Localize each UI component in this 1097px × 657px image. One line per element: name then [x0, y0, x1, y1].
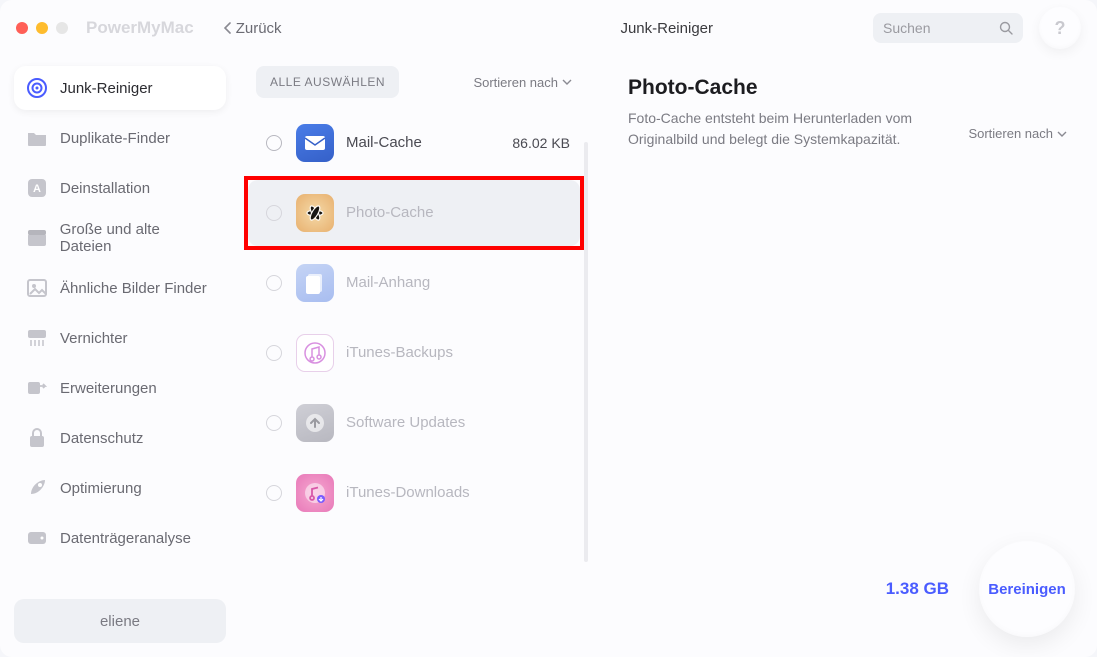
list-item-software-updates[interactable]: Software Updates — [248, 390, 580, 456]
sidebar-item-extensions[interactable]: Erweiterungen — [14, 366, 226, 410]
sidebar-item-duplicates[interactable]: Duplikate-Finder — [14, 116, 226, 160]
sidebar-item-similar-images[interactable]: Ähnliche Bilder Finder — [14, 266, 226, 310]
sidebar-item-label: Große und alte Dateien — [60, 221, 214, 255]
sidebar-item-label: Optimierung — [60, 480, 142, 497]
list-item-mail-attachments[interactable]: Mail-Anhang — [248, 250, 580, 316]
photos-icon — [296, 194, 334, 232]
detail-sort-dropdown[interactable]: Sortieren nach — [968, 126, 1067, 141]
radio-button[interactable] — [266, 135, 282, 151]
sidebar-item-label: Datenschutz — [60, 430, 143, 447]
sidebar-item-label: Deinstallation — [60, 180, 150, 197]
sidebar-item-large-files[interactable]: Große und alte Dateien — [14, 216, 226, 260]
item-label: Photo-Cache — [346, 204, 570, 223]
total-size: 1.38 GB — [886, 579, 949, 599]
search-placeholder: Suchen — [883, 20, 999, 36]
sidebar-item-label: Junk-Reiniger — [60, 80, 153, 97]
item-label: Mail-Cache — [346, 134, 512, 153]
list-item-itunes-backups[interactable]: iTunes-Backups — [248, 320, 580, 386]
app-name: PowerMyMac — [86, 18, 194, 38]
sidebar-item-label: Ähnliche Bilder Finder — [60, 280, 207, 297]
sidebar-item-label: Vernichter — [60, 330, 128, 347]
radio-button[interactable] — [266, 485, 282, 501]
item-label: Software Updates — [346, 414, 570, 433]
extensions-icon — [26, 377, 48, 399]
archive-icon — [26, 227, 48, 249]
category-list: Mail-Cache 86.02 KB Photo-Cache Mail-Anh… — [248, 110, 580, 526]
lock-icon — [26, 427, 48, 449]
update-icon — [296, 404, 334, 442]
music-download-icon — [296, 474, 334, 512]
rocket-icon — [26, 477, 48, 499]
chevron-down-icon — [562, 79, 572, 85]
radio-button[interactable] — [266, 275, 282, 291]
window-controls[interactable] — [16, 22, 68, 34]
itunes-icon — [296, 334, 334, 372]
sidebar-item-disk[interactable]: Datenträgeranalyse — [14, 516, 226, 560]
radio-button[interactable] — [266, 205, 282, 221]
folder-icon — [26, 127, 48, 149]
sidebar-item-label: Erweiterungen — [60, 380, 157, 397]
select-all-button[interactable]: ALLE AUSWÄHLEN — [256, 66, 399, 98]
svg-text:A: A — [33, 183, 41, 195]
back-button[interactable]: Zurück — [224, 20, 282, 37]
sort-dropdown[interactable]: Sortieren nach — [473, 75, 572, 90]
list-item-itunes-downloads[interactable]: iTunes-Downloads — [248, 460, 580, 526]
item-size: 86.02 KB — [512, 135, 570, 151]
attachment-icon — [296, 264, 334, 302]
target-icon — [26, 77, 48, 99]
back-label: Zurück — [236, 20, 282, 37]
app-icon: A — [26, 177, 48, 199]
page-title: Junk-Reiniger — [620, 20, 713, 37]
sidebar-item-uninstall[interactable]: A Deinstallation — [14, 166, 226, 210]
sidebar-item-shredder[interactable]: Vernichter — [14, 316, 226, 360]
sidebar-item-label: Datenträgeranalyse — [60, 530, 191, 547]
search-icon — [999, 21, 1013, 35]
item-label: iTunes-Backups — [346, 344, 570, 363]
detail-title: Photo-Cache — [628, 76, 1067, 100]
detail-description: Foto-Cache entsteht beim Herunterladen v… — [628, 108, 958, 150]
sidebar-item-privacy[interactable]: Datenschutz — [14, 416, 226, 460]
sidebar-item-label: Duplikate-Finder — [60, 130, 170, 147]
search-input[interactable]: Suchen — [873, 13, 1023, 43]
clean-button[interactable]: Bereinigen — [979, 541, 1075, 637]
list-item-photo-cache[interactable]: Photo-Cache — [248, 180, 580, 246]
help-button[interactable]: ? — [1039, 7, 1081, 49]
sidebar-item-optimize[interactable]: Optimierung — [14, 466, 226, 510]
zoom-dot[interactable] — [56, 22, 68, 34]
list-item-mail-cache[interactable]: Mail-Cache 86.02 KB — [248, 110, 580, 176]
mail-icon — [296, 124, 334, 162]
minimize-dot[interactable] — [36, 22, 48, 34]
chevron-down-icon — [1057, 131, 1067, 137]
shredder-icon — [26, 327, 48, 349]
user-account[interactable]: eliene — [14, 599, 226, 643]
item-label: iTunes-Downloads — [346, 484, 570, 503]
close-dot[interactable] — [16, 22, 28, 34]
item-label: Mail-Anhang — [346, 274, 570, 293]
image-icon — [26, 277, 48, 299]
sidebar-item-junk[interactable]: Junk-Reiniger — [14, 66, 226, 110]
radio-button[interactable] — [266, 345, 282, 361]
chevron-left-icon — [224, 22, 232, 34]
sidebar: Junk-Reiniger Duplikate-Finder A Deinsta… — [0, 56, 240, 657]
disk-icon — [26, 527, 48, 549]
radio-button[interactable] — [266, 415, 282, 431]
